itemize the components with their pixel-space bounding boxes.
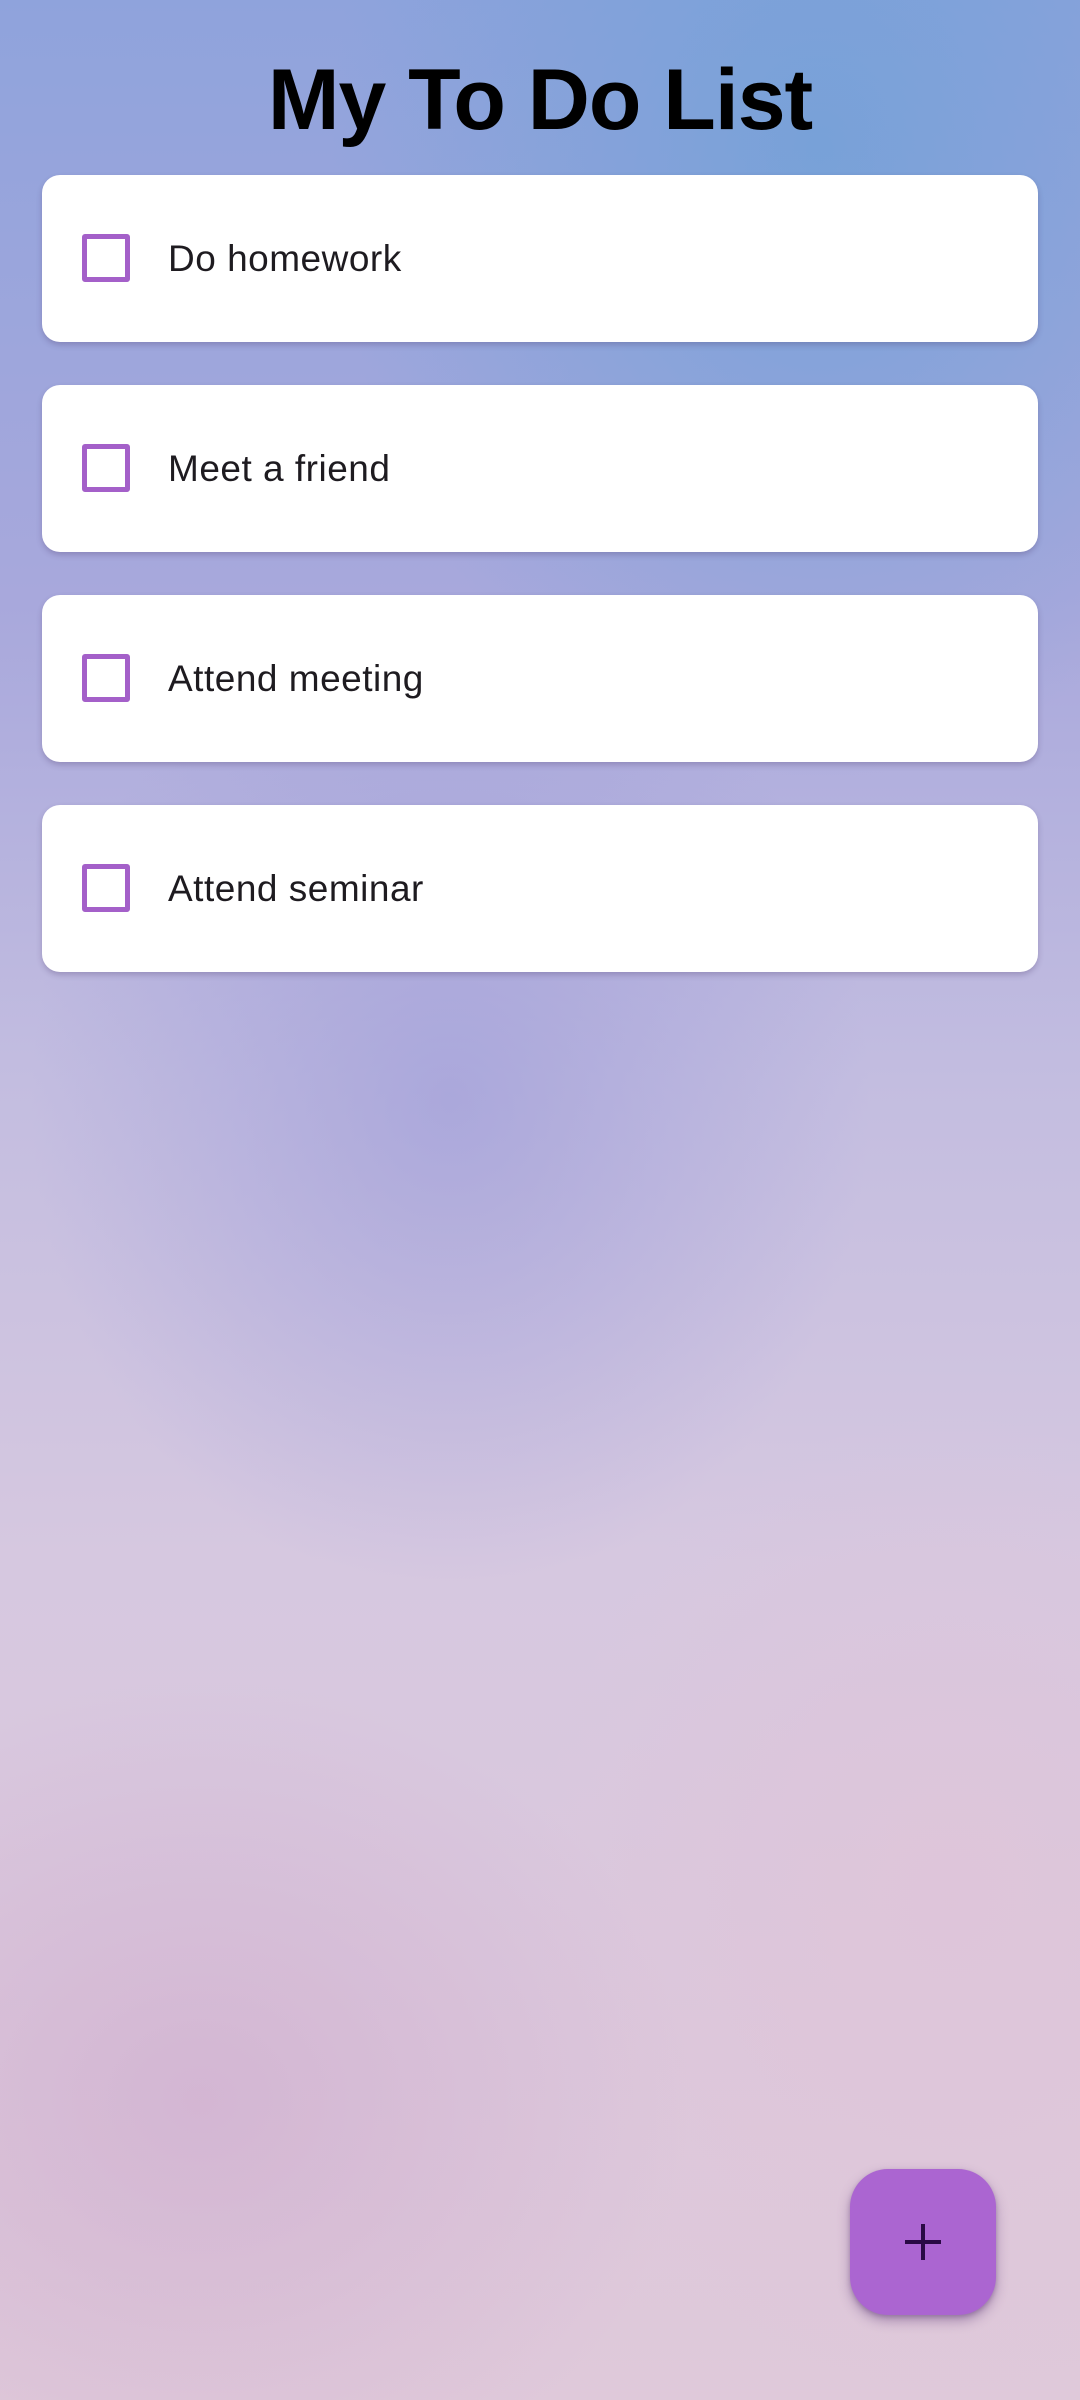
task-item[interactable]: Meet a friend bbox=[42, 385, 1038, 552]
task-label: Attend seminar bbox=[168, 868, 424, 909]
task-item[interactable]: Attend meeting bbox=[42, 595, 1038, 762]
page-title: My To Do List bbox=[267, 52, 813, 148]
task-checkbox[interactable] bbox=[82, 864, 130, 912]
task-label: Attend meeting bbox=[168, 658, 424, 699]
plus-icon bbox=[905, 2224, 941, 2260]
task-item[interactable]: Do homework bbox=[42, 175, 1038, 342]
task-checkbox[interactable] bbox=[82, 234, 130, 282]
task-checkbox[interactable] bbox=[82, 444, 130, 492]
task-label: Do homework bbox=[168, 238, 402, 279]
task-checkbox[interactable] bbox=[82, 654, 130, 702]
add-task-button[interactable] bbox=[850, 2169, 996, 2315]
task-label: Meet a friend bbox=[168, 448, 391, 489]
task-item[interactable]: Attend seminar bbox=[42, 805, 1038, 972]
